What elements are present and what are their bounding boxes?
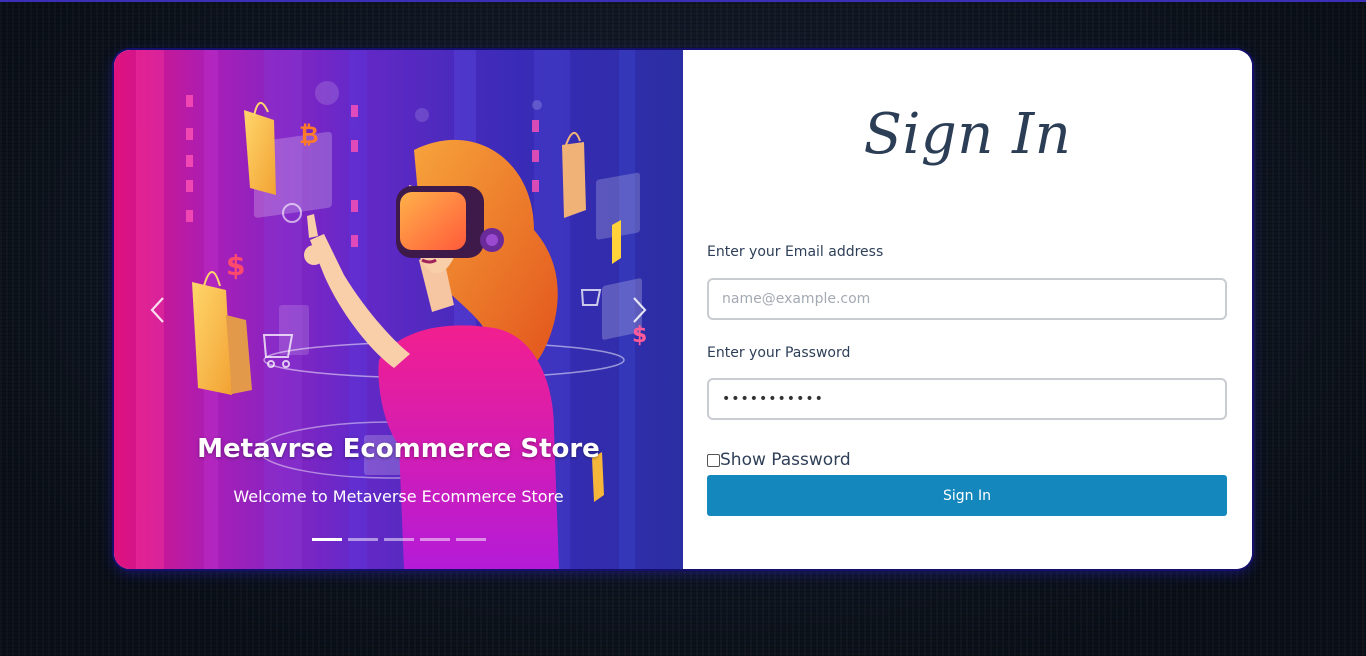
password-field[interactable] bbox=[707, 378, 1227, 420]
carousel-indicator-5[interactable] bbox=[456, 538, 486, 541]
email-field[interactable] bbox=[707, 278, 1227, 320]
show-password-row: Show Password bbox=[707, 450, 851, 470]
page-title: Sign In bbox=[863, 102, 1072, 167]
carousel-indicators bbox=[312, 538, 486, 541]
carousel-indicator-3[interactable] bbox=[384, 538, 414, 541]
top-accent-line bbox=[0, 0, 1366, 2]
carousel-caption-title: Metavrse Ecommerce Store bbox=[197, 434, 600, 464]
chevron-left-icon bbox=[150, 297, 164, 323]
svg-text:$: $ bbox=[226, 249, 245, 282]
carousel-indicator-2[interactable] bbox=[348, 538, 378, 541]
hero-carousel: ₿ $ $ Metavrse Ecommerce Store Welcome t… bbox=[114, 50, 683, 569]
carousel-prev-button[interactable] bbox=[142, 292, 172, 328]
carousel-indicator-1[interactable] bbox=[312, 538, 342, 541]
email-label: Enter your Email address bbox=[707, 244, 884, 260]
carousel-indicator-4[interactable] bbox=[420, 538, 450, 541]
password-label: Enter your Password bbox=[707, 345, 851, 361]
carousel-next-button[interactable] bbox=[625, 292, 655, 328]
signin-form: Sign In Enter your Email address Enter y… bbox=[683, 50, 1252, 569]
signin-card: ₿ $ $ Metavrse Ecommerce Store Welcome t… bbox=[114, 50, 1252, 569]
svg-text:₿: ₿ bbox=[299, 121, 319, 149]
chevron-right-icon bbox=[633, 297, 647, 323]
show-password-checkbox[interactable] bbox=[707, 453, 720, 467]
carousel-caption-subtitle: Welcome to Metaverse Ecommerce Store bbox=[233, 487, 564, 506]
sign-in-button[interactable]: Sign In bbox=[707, 475, 1227, 516]
show-password-label: Show Password bbox=[720, 450, 851, 470]
